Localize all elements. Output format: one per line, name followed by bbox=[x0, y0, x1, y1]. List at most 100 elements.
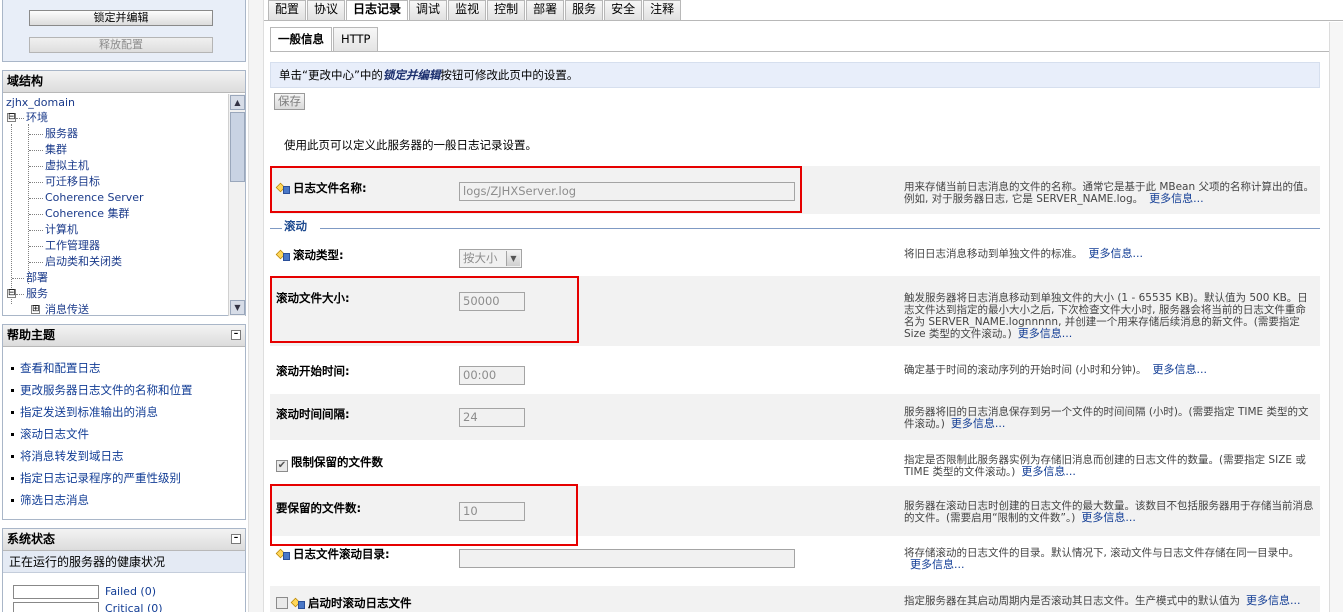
help-link[interactable]: 滚动日志文件 bbox=[20, 427, 89, 441]
collapse-icon[interactable]: – bbox=[231, 534, 241, 544]
tree-node-virtual-hosts[interactable]: 虚拟主机 bbox=[45, 159, 89, 173]
logging-subtabs: 一般信息 HTTP bbox=[270, 27, 379, 51]
tree-scrollbar[interactable]: ▲ ▼ bbox=[228, 94, 245, 316]
help-item: 更改服务器日志文件的名称和位置 bbox=[11, 379, 193, 401]
help-item: 指定发送到标准输出的消息 bbox=[11, 401, 193, 423]
tree-node-startup-shutdown[interactable]: 启动类和关闭类 bbox=[45, 255, 122, 269]
status-row-critical[interactable]: Critical (0) bbox=[13, 602, 163, 612]
log-file-name-field[interactable]: logs/ZJHXServer.log bbox=[459, 182, 795, 201]
status-label[interactable]: Failed (0) bbox=[105, 585, 156, 598]
tree-node-services[interactable]: 服务 bbox=[26, 287, 48, 301]
tree-line bbox=[16, 294, 24, 295]
tab-configuration[interactable]: 配置 bbox=[268, 0, 307, 20]
pane-divider[interactable] bbox=[248, 0, 264, 612]
rotation-file-size-field[interactable]: 50000 bbox=[459, 292, 525, 311]
help-link[interactable]: 指定日志记录程序的严重性级别 bbox=[20, 471, 181, 485]
more-info-link[interactable]: 更多信息... bbox=[951, 417, 1006, 430]
rotation-start-time-field[interactable]: 00:00 bbox=[459, 366, 525, 385]
help-link[interactable]: 更改服务器日志文件的名称和位置 bbox=[20, 383, 193, 397]
bullet-icon bbox=[11, 389, 14, 392]
collapse-icon[interactable]: – bbox=[231, 330, 241, 340]
tree-line bbox=[29, 182, 43, 183]
tree-node-clusters[interactable]: 集群 bbox=[45, 143, 67, 157]
release-config-button[interactable]: 释放配置 bbox=[29, 37, 213, 53]
tree-node-domain[interactable]: zjhx_domain bbox=[6, 96, 75, 110]
tab-underline bbox=[264, 20, 1343, 21]
scroll-up-arrow-icon[interactable]: ▲ bbox=[230, 95, 245, 110]
tree-node-coherence-cluster[interactable]: Coherence 集群 bbox=[45, 207, 129, 221]
bullet-icon bbox=[11, 499, 14, 502]
field-row-rotation-file-size: 滚动文件大小: 50000 触发服务器将日志消息移动到单独文件的大小 (1 - … bbox=[270, 276, 1320, 346]
help-link[interactable]: 查看和配置日志 bbox=[20, 361, 101, 375]
more-info-link[interactable]: 更多信息... bbox=[1081, 511, 1136, 524]
help-link[interactable]: 指定发送到标准输出的消息 bbox=[20, 405, 158, 419]
help-link[interactable]: 筛选日志消息 bbox=[20, 493, 89, 507]
scroll-thumb[interactable] bbox=[230, 112, 245, 182]
tree-line bbox=[29, 198, 43, 199]
more-info-link[interactable]: 更多信息... bbox=[910, 558, 965, 571]
rotation-type-select[interactable]: 按大小 ▼ bbox=[459, 249, 522, 268]
limit-retained-checkbox[interactable]: ✔ bbox=[276, 460, 288, 472]
page-scrollbar[interactable] bbox=[1329, 22, 1343, 612]
health-bar bbox=[13, 585, 99, 599]
system-status-title: 系统状态 – bbox=[3, 529, 245, 551]
collapse-icon[interactable]: ⊟ bbox=[7, 289, 16, 298]
tab-protocols[interactable]: 协议 bbox=[307, 0, 346, 20]
field-label: 滚动文件大小: bbox=[276, 291, 350, 305]
domain-structure-panel: 域结构 zjhx_domain ⊟ 环境 服务器 集群 虚拟主机 可迁移目标 C… bbox=[2, 70, 246, 316]
scroll-down-arrow-icon[interactable]: ▼ bbox=[230, 300, 245, 315]
main-content: 配置 协议 日志记录 调试 监视 控制 部署 服务 安全 注释 一般信息 HTT… bbox=[264, 0, 1343, 612]
tab-security[interactable]: 安全 bbox=[604, 0, 643, 20]
bullet-icon bbox=[11, 433, 14, 436]
expand-icon[interactable]: ⊞ bbox=[31, 305, 40, 314]
tree-node-environment[interactable]: 环境 bbox=[26, 111, 48, 125]
change-center-panel: 锁定并编辑 释放配置 bbox=[2, 0, 246, 62]
field-row-log-file-name: 日志文件名称: logs/ZJHXServer.log 用来存储当前日志消息的文… bbox=[270, 166, 1320, 214]
tree-line bbox=[29, 262, 43, 263]
more-info-link[interactable]: 更多信息... bbox=[1149, 192, 1204, 205]
tab-debug[interactable]: 调试 bbox=[409, 0, 448, 20]
help-item: 将消息转发到域日志 bbox=[11, 445, 193, 467]
domain-structure-title-text: 域结构 bbox=[7, 74, 44, 88]
tree-node-work-managers[interactable]: 工作管理器 bbox=[45, 239, 100, 253]
more-info-link[interactable]: 更多信息... bbox=[1021, 465, 1076, 478]
lock-and-edit-button[interactable]: 锁定并编辑 bbox=[29, 10, 213, 26]
tab-monitoring[interactable]: 监视 bbox=[448, 0, 487, 20]
tree-node-deployments[interactable]: 部署 bbox=[26, 271, 48, 285]
field-label: 日志文件名称: bbox=[275, 180, 367, 196]
status-row-failed[interactable]: Failed (0) bbox=[13, 585, 156, 599]
chevron-down-icon[interactable]: ▼ bbox=[506, 251, 520, 266]
config-lock-icon bbox=[275, 181, 290, 194]
field-row-rotation-start-time: 滚动开始时间: 00:00 确定基于时间的滚动序列的开始时间 (小时和分钟)。更… bbox=[270, 354, 1320, 390]
more-info-link[interactable]: 更多信息... bbox=[1018, 327, 1073, 340]
tree-node-messaging[interactable]: 消息传送 bbox=[45, 303, 89, 316]
status-label[interactable]: Critical (0) bbox=[105, 602, 163, 612]
tree-line bbox=[29, 214, 43, 215]
help-link[interactable]: 将消息转发到域日志 bbox=[20, 449, 124, 463]
tree-node-machines[interactable]: 计算机 bbox=[45, 223, 78, 237]
rotate-on-startup-checkbox[interactable] bbox=[276, 597, 288, 609]
tab-logging[interactable]: 日志记录 bbox=[346, 0, 409, 21]
files-to-retain-field[interactable]: 10 bbox=[459, 502, 525, 521]
tree-node-servers[interactable]: 服务器 bbox=[45, 127, 78, 141]
more-info-link[interactable]: 更多信息... bbox=[1246, 594, 1301, 607]
tab-general[interactable]: 一般信息 bbox=[270, 27, 332, 51]
help-topics-panel: 帮助主题 – 查看和配置日志 更改服务器日志文件的名称和位置 指定发送到标准输出… bbox=[2, 324, 246, 520]
rotation-interval-field[interactable]: 24 bbox=[459, 408, 525, 427]
more-info-link[interactable]: 更多信息... bbox=[1153, 363, 1208, 376]
tab-http[interactable]: HTTP bbox=[333, 27, 379, 51]
field-label: ✔ 限制保留的文件数 bbox=[276, 455, 383, 472]
tab-control[interactable]: 控制 bbox=[487, 0, 526, 20]
domain-tree: zjhx_domain ⊟ 环境 服务器 集群 虚拟主机 可迁移目标 Coher… bbox=[3, 94, 229, 316]
save-button[interactable]: 保存 bbox=[274, 93, 305, 110]
tree-node-migratable-targets[interactable]: 可迁移目标 bbox=[45, 175, 100, 189]
more-info-link[interactable]: 更多信息... bbox=[1089, 247, 1144, 260]
rotation-directory-field[interactable] bbox=[459, 549, 795, 568]
tab-notes[interactable]: 注释 bbox=[643, 0, 682, 20]
tab-services[interactable]: 服务 bbox=[565, 0, 604, 20]
tree-node-coherence-server[interactable]: Coherence Server bbox=[45, 191, 144, 205]
help-item: 查看和配置日志 bbox=[11, 357, 193, 379]
collapse-icon[interactable]: ⊟ bbox=[7, 113, 16, 122]
field-description: 指定服务器在其启动周期内是否滚动其日志文件。生产模式中的默认值为 更多信息... bbox=[904, 594, 1301, 608]
tab-deployments[interactable]: 部署 bbox=[526, 0, 565, 20]
